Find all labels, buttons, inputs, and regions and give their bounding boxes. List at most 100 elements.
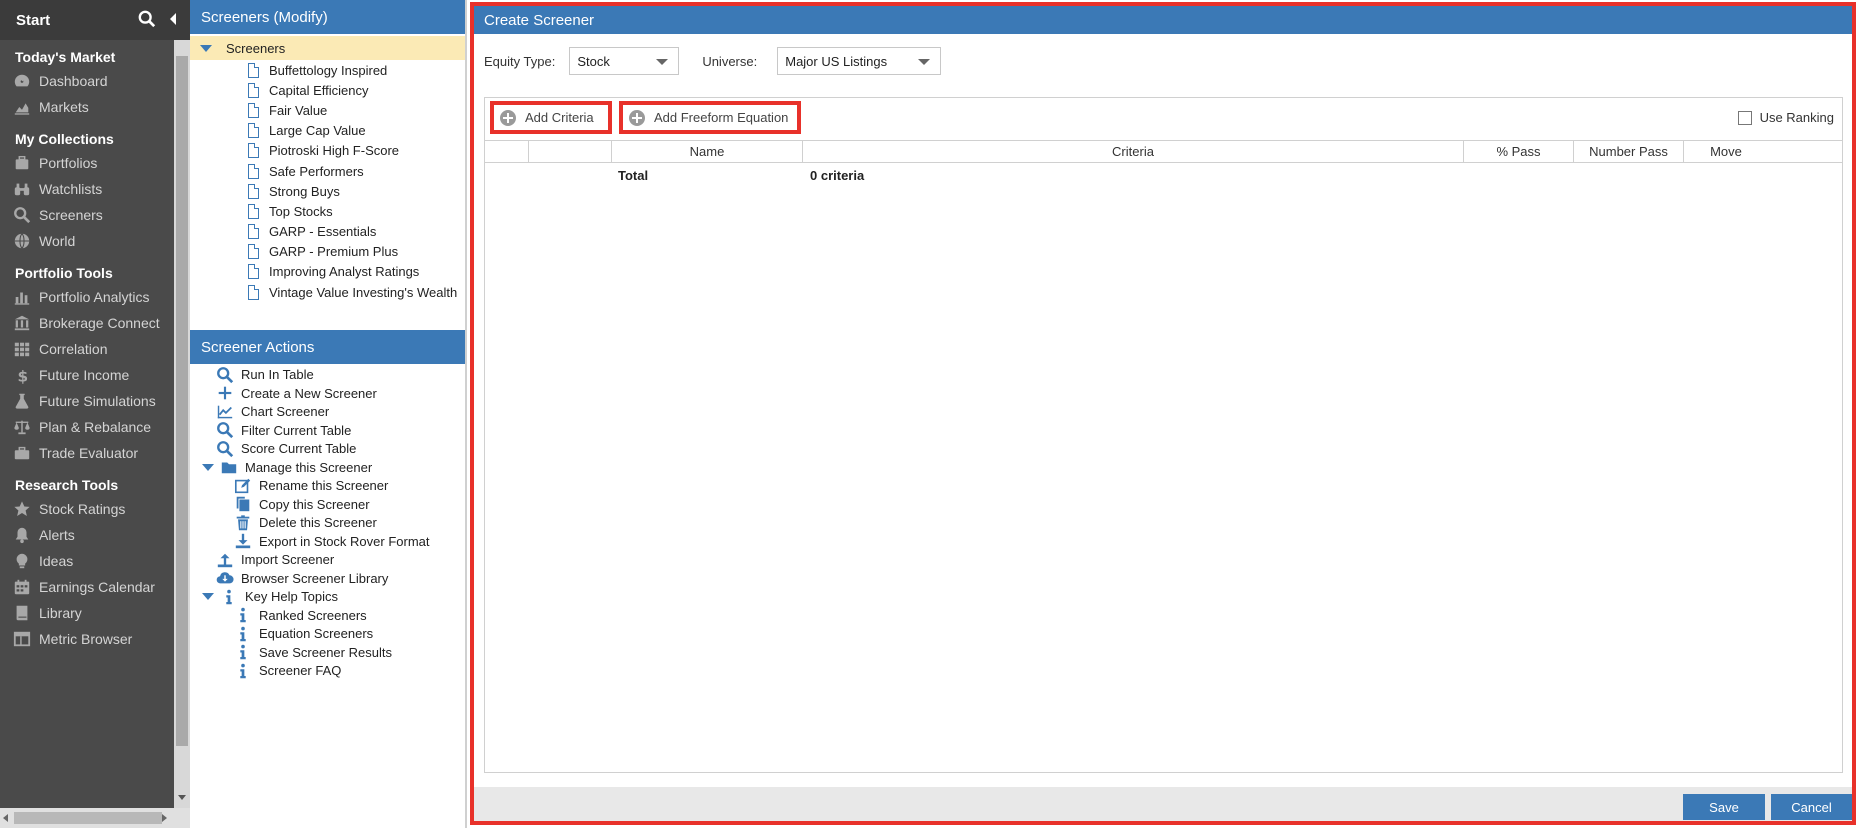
nav-item-alerts[interactable]: Alerts [0,522,174,548]
document-icon [248,264,259,280]
nav-item-dashboard[interactable]: Dashboard [0,68,174,94]
nav-section-today-s-market: Today's Market [15,49,116,65]
nav-item-future-income[interactable]: $ Future Income [0,362,174,388]
horizontal-scrollbar[interactable] [0,808,190,828]
action-delete-this-screener[interactable]: Delete this Screener [190,513,465,532]
add-freeform-equation-button[interactable]: Add Freeform Equation [619,101,801,134]
screener-item[interactable]: GARP - Premium Plus [190,242,465,262]
action-label: Delete this Screener [259,515,377,530]
action-filter-current-table[interactable]: Filter Current Table [190,421,465,440]
nav-scrollbar-thumb[interactable] [176,56,188,746]
nav-item-label: Ideas [39,553,74,569]
horizontal-scrollbar-thumb[interactable] [14,812,162,824]
nav-item-screeners[interactable]: Screeners [0,202,174,228]
action-create-a-new-screener[interactable]: Create a New Screener [190,384,465,403]
nav-item-metric-browser[interactable]: Metric Browser [0,626,174,652]
nav-item-earnings-calendar[interactable]: Earnings Calendar [0,574,174,600]
column-header-blank[interactable] [529,141,612,162]
caret-down-icon[interactable] [202,463,214,471]
action-equation-screeners[interactable]: Equation Screeners [190,624,465,643]
nav-item-portfolios[interactable]: Portfolios [0,150,174,176]
screener-item[interactable]: Large Cap Value [190,121,465,141]
add-criteria-button[interactable]: Add Criteria [490,101,612,134]
screener-item[interactable]: Top Stocks [190,201,465,221]
nav-item-watchlists[interactable]: Watchlists [0,176,174,202]
info-icon [226,589,232,604]
nav-item-label: World [39,233,76,249]
collapse-left-icon[interactable] [168,12,178,26]
screener-item[interactable]: Strong Buys [190,181,465,201]
equity-type-select[interactable]: Stock [569,47,680,75]
use-ranking-checkbox[interactable] [1737,110,1752,125]
book-icon [16,605,28,621]
nav-item-ideas[interactable]: Ideas [0,548,174,574]
document-icon [248,163,259,179]
screener-item[interactable]: Capital Efficiency [190,80,465,100]
screener-item[interactable]: Fair Value [190,100,465,120]
action-save-screener-results[interactable]: Save Screener Results [190,643,465,662]
cancel-button[interactable]: Cancel [1771,794,1852,820]
nav-item-label: Markets [39,99,89,115]
criteria-grid: Add Criteria Add Freeform Equation Use R… [484,97,1843,773]
screener-item[interactable]: Vintage Value Investing's Wealth [190,282,465,302]
nav-section-research-tools: Research Tools [15,477,119,493]
briefcase-stack-icon [15,155,29,170]
star-icon [14,501,30,517]
action-ranked-screeners[interactable]: Ranked Screeners [190,606,465,625]
screener-item[interactable]: Improving Analyst Ratings [190,262,465,282]
caret-down-icon[interactable] [202,593,214,600]
action-key-help-topics[interactable]: Key Help Topics [190,587,465,606]
column-header-criteria[interactable]: Criteria [803,141,1464,162]
screener-item[interactable]: Piotroski High F-Score [190,141,465,161]
column-header-move[interactable]: Move [1684,141,1768,162]
use-ranking[interactable]: Use Ranking [1737,110,1834,125]
nav-item-library[interactable]: Library [0,600,174,626]
column-header-pass-percent[interactable]: % Pass [1464,141,1574,162]
nav-item-world[interactable]: World [0,228,174,254]
screener-item[interactable]: Buffettology Inspired [190,60,465,80]
scroll-right-icon[interactable] [162,814,167,822]
search-icon[interactable] [138,10,156,28]
action-import-screener[interactable]: Import Screener [190,550,465,569]
tree-root-screeners[interactable]: Screeners [190,36,465,60]
universe-select[interactable]: Major US Listings [777,47,942,75]
document-icon [248,82,259,98]
action-score-current-table[interactable]: Score Current Table [190,439,465,458]
action-label: Key Help Topics [245,589,338,604]
action-chart-screener[interactable]: Chart Screener [190,402,465,421]
scroll-down-icon[interactable] [178,795,186,800]
nav-item-portfolio-analytics[interactable]: Portfolio Analytics [0,284,174,310]
action-screener-faq[interactable]: Screener FAQ [190,661,465,680]
screener-item[interactable]: GARP - Essentials [190,222,465,242]
column-header-number-pass[interactable]: Number Pass [1574,141,1684,162]
nav-item-trade-evaluator[interactable]: Trade Evaluator [0,440,174,466]
action-copy-this-screener[interactable]: Copy this Screener [190,495,465,514]
create-screener-title: Create Screener [474,6,1852,34]
screener-item-label: Buffettology Inspired [269,62,388,78]
action-browser-screener-library[interactable]: Browser Screener Library [190,569,465,588]
nav-item-stock-ratings[interactable]: Stock Ratings [0,496,174,522]
nav-title[interactable]: Start [16,12,50,29]
binoculars-icon [14,183,30,196]
nav-item-label: Future Income [39,367,130,383]
screener-item[interactable]: Safe Performers [190,161,465,181]
action-export-in-stock-rover-format[interactable]: Export in Stock Rover Format [190,532,465,551]
nav-item-markets[interactable]: Markets [0,94,174,120]
action-run-in-table[interactable]: Run In Table [190,365,465,384]
nav-item-correlation[interactable]: Correlation [0,336,174,362]
action-manage-this-screener[interactable]: Manage this Screener [190,458,465,477]
info-icon [240,644,246,660]
nav-item-future-simulations[interactable]: Future Simulations [0,388,174,414]
info-icon [240,607,246,623]
scroll-left-icon[interactable] [3,814,8,822]
screener-item-label: GARP - Essentials [269,224,377,240]
action-rename-this-screener[interactable]: Rename this Screener [190,476,465,495]
caret-down-icon[interactable] [200,44,212,52]
column-header-select[interactable] [485,141,529,162]
nav-item-brokerage-connect[interactable]: Brokerage Connect [0,310,174,336]
save-button[interactable]: Save [1683,794,1765,820]
document-icon [248,224,259,240]
nav-item-plan-rebalance[interactable]: Plan & Rebalance [0,414,174,440]
screener-item-label: Safe Performers [269,163,364,179]
column-header-name[interactable]: Name [612,141,803,162]
